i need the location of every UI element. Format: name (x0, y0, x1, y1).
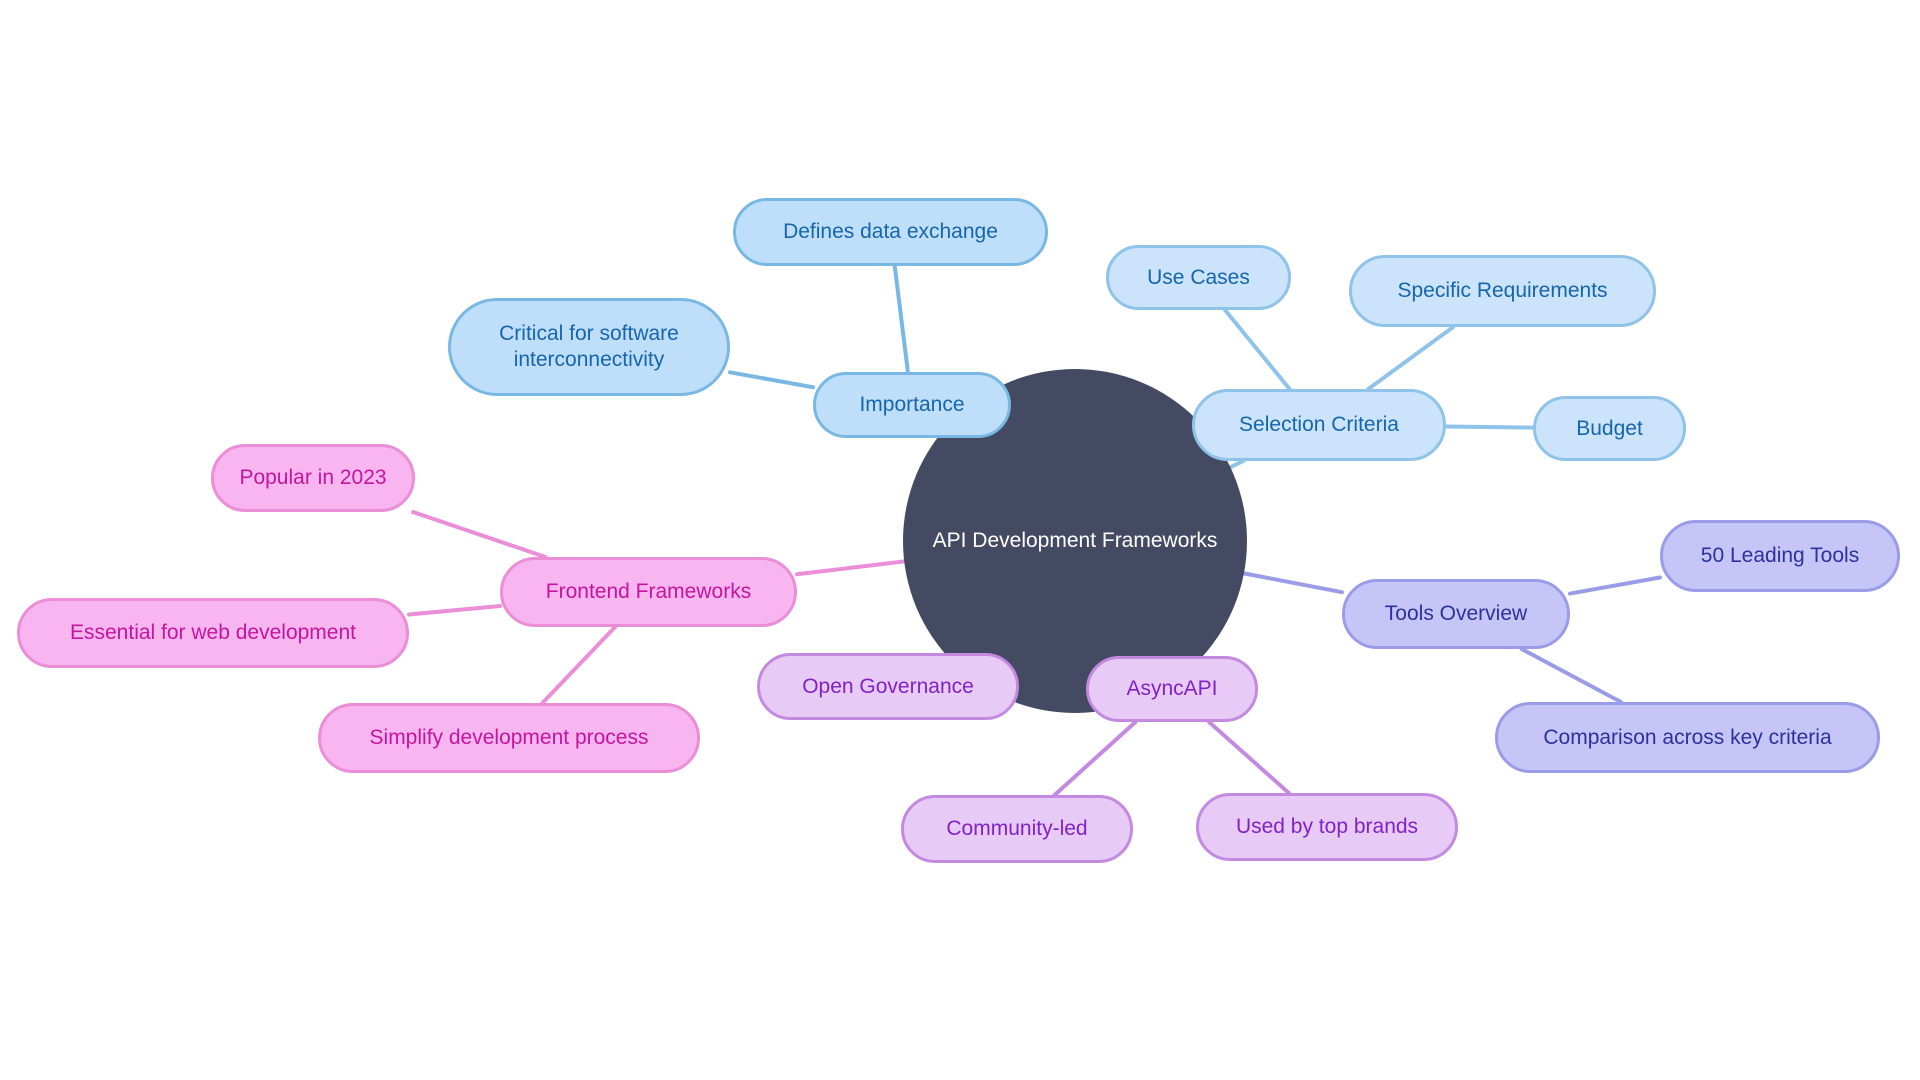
edge-frontend-frameworks-to-simplify-development-process (540, 625, 618, 705)
node-label: Critical for software interconnectivity (499, 322, 679, 371)
node-label: AsyncAPI (1126, 677, 1218, 701)
node-budget[interactable]: Budget (1533, 396, 1686, 461)
node-label: 50 Leading Tools (1700, 544, 1860, 568)
node-community-led[interactable]: Community-led (901, 795, 1133, 863)
node-selection-criteria[interactable]: Selection Criteria (1192, 389, 1446, 461)
node-label: Simplify development process (369, 726, 649, 750)
node-asyncapi[interactable]: AsyncAPI (1086, 656, 1258, 722)
node-frontend-frameworks[interactable]: Frontend Frameworks (500, 557, 797, 627)
edge-selection-criteria-to-specific-requirements (1366, 325, 1456, 391)
node-label: Use Cases (1147, 265, 1250, 289)
node-50-leading-tools[interactable]: 50 Leading Tools (1660, 520, 1900, 592)
node-critical-for-software-interconnectivity[interactable]: Critical for software interconnectivity (448, 298, 730, 396)
node-label: Specific Requirements (1397, 279, 1608, 303)
node-label: Popular in 2023 (239, 466, 387, 490)
edge-tools-overview-to-50-leading-tools (1568, 575, 1662, 596)
edge-importance-to-defines-data-exchange (892, 264, 910, 374)
node-label: Frontend Frameworks (545, 580, 752, 604)
edge-selection-criteria-to-use-cases (1223, 308, 1292, 391)
node-essential-for-web-development[interactable]: Essential for web development (17, 598, 409, 668)
node-specific-requirements[interactable]: Specific Requirements (1349, 255, 1656, 327)
node-label: Budget (1576, 416, 1643, 440)
edge-importance-to-critical-for-software-interconnectivity (728, 370, 815, 390)
node-importance[interactable]: Importance (813, 372, 1011, 438)
edge-root-to-selection-criteria (1228, 459, 1246, 470)
node-open-governance[interactable]: Open Governance (757, 653, 1019, 720)
node-used-by-top-brands[interactable]: Used by top brands (1196, 793, 1458, 861)
edge-root-to-tools-overview (1241, 571, 1344, 595)
edge-frontend-frameworks-to-essential-for-web-development (407, 603, 502, 617)
edge-tools-overview-to-comparison-across-key-criteria (1519, 647, 1623, 704)
node-label: Community-led (946, 817, 1088, 841)
node-label: Importance (859, 393, 965, 417)
edge-frontend-frameworks-to-popular-in-2023 (411, 510, 548, 559)
node-use-cases[interactable]: Use Cases (1106, 245, 1291, 310)
node-label: Essential for web development (70, 621, 356, 645)
node-label: Open Governance (802, 674, 974, 698)
node-defines-data-exchange[interactable]: Defines data exchange (733, 198, 1048, 266)
node-label: Selection Criteria (1239, 413, 1399, 437)
node-simplify-development-process[interactable]: Simplify development process (318, 703, 700, 773)
node-popular-in-2023[interactable]: Popular in 2023 (211, 444, 415, 512)
root-node-label: API Development Frameworks (932, 529, 1218, 552)
edge-asyncapi-to-community-led (1052, 720, 1138, 797)
node-label: Tools Overview (1384, 602, 1528, 626)
node-label: Used by top brands (1235, 815, 1419, 839)
edge-asyncapi-to-used-by-top-brands (1207, 720, 1291, 795)
node-label: Defines data exchange (783, 220, 998, 244)
edge-selection-criteria-to-budget (1444, 424, 1535, 430)
edge-root-to-frontend-frameworks (795, 559, 907, 577)
node-comparison-across-key-criteria[interactable]: Comparison across key criteria (1495, 702, 1880, 773)
mindmap-canvas: API Development Frameworks Importance Defi… (0, 0, 1920, 1080)
node-label: Comparison across key criteria (1543, 725, 1832, 749)
node-tools-overview[interactable]: Tools Overview (1342, 579, 1570, 649)
